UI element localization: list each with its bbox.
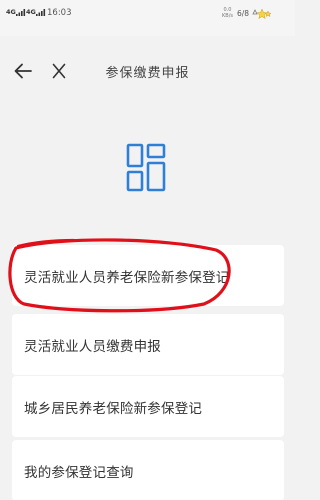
status-time: 16:03: [47, 8, 72, 18]
network-speed: 0.0 KB/s: [222, 7, 233, 19]
menu-item-flexible-payment-declaration[interactable]: 灵活就业人员缴费申报: [12, 314, 284, 375]
menu-item-label: 城乡居民养老保险新参保登记: [24, 400, 203, 417]
menu-item-resident-pension-registration[interactable]: 城乡居民养老保险新参保登记: [12, 376, 284, 437]
signal-indicator-2: 4G: [26, 9, 46, 16]
status-bar: 4G 4G 16:03 0.0 KB/s 6/8: [0, 0, 295, 36]
page-title: 参保缴费申报: [105, 66, 190, 81]
signal-indicator-1: 4G: [6, 9, 26, 16]
menu-item-registration-query[interactable]: 我的参保登记查询: [12, 440, 284, 500]
menu-item-flexible-pension-registration[interactable]: 灵活就业人员养老保险新参保登记: [12, 245, 284, 306]
grid-layout-icon: [126, 143, 166, 192]
menu-item-label: 我的参保登记查询: [24, 464, 134, 481]
notification-icons: [252, 8, 272, 20]
app-header: 参保缴费申报: [0, 36, 295, 106]
menu-item-label: 灵活就业人员缴费申报: [24, 338, 161, 355]
battery-text: 6/8: [237, 9, 250, 18]
signal-bars-icon: [15, 9, 25, 16]
signal-bars-icon: [35, 9, 45, 16]
network-type-label-2: 4G: [26, 8, 36, 16]
network-type-label-1: 4G: [6, 8, 16, 16]
menu-item-label: 灵活就业人员养老保险新参保登记: [24, 269, 230, 286]
network-speed-unit: KB/s: [222, 12, 233, 19]
